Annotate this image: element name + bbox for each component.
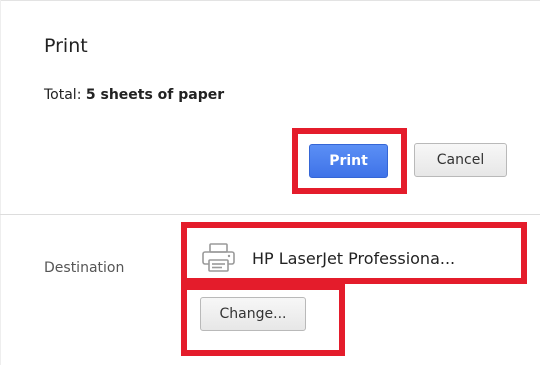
section-divider — [0, 214, 540, 215]
left-border — [0, 0, 1, 365]
cancel-button[interactable]: Cancel — [414, 143, 507, 177]
print-panel: Print Total: 5 sheets of paper Print Can… — [0, 0, 540, 365]
top-border — [0, 0, 540, 1]
destination-label: Destination — [44, 260, 125, 276]
destination-printer-name: HP LaserJet Professiona... — [252, 248, 456, 268]
printer-icon — [200, 242, 238, 274]
print-button[interactable]: Print — [309, 144, 388, 178]
page-title: Print — [44, 35, 88, 57]
destination-selector[interactable]: HP LaserJet Professiona... — [200, 238, 455, 278]
total-summary: Total: 5 sheets of paper — [44, 87, 224, 103]
change-destination-button[interactable]: Change... — [200, 297, 306, 331]
total-label: Total: — [44, 87, 82, 103]
total-value: 5 sheets of paper — [85, 87, 225, 103]
